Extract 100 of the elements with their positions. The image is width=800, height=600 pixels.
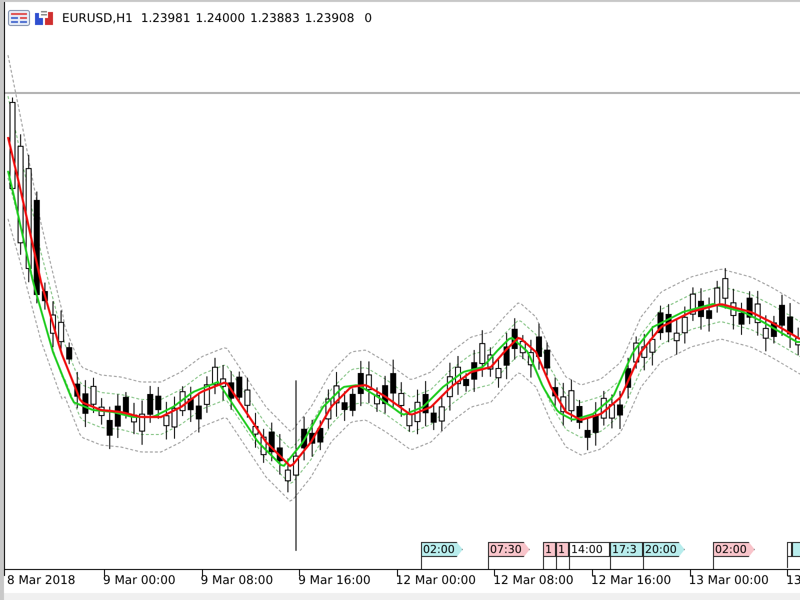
candlestick <box>236 371 242 404</box>
price-value: 1.24000 <box>195 11 246 25</box>
candlestick <box>244 377 250 418</box>
candlestick <box>754 290 761 336</box>
candlestick <box>276 434 283 476</box>
candlestick <box>544 342 550 376</box>
candlestick <box>155 386 162 420</box>
candlestick <box>204 376 210 414</box>
candlestick <box>730 288 736 330</box>
volume-value: 0 <box>364 11 372 25</box>
candlestick <box>455 356 461 396</box>
candlestick <box>633 336 640 370</box>
candlestick <box>479 330 486 378</box>
candlestick <box>139 400 146 446</box>
event-tag[interactable]: 1 <box>556 542 569 557</box>
candlestick <box>463 372 470 392</box>
candlestick <box>180 386 186 417</box>
candlestick <box>471 349 478 392</box>
time-label: 8 Mar 2018 <box>7 573 76 587</box>
candlestick <box>592 402 599 446</box>
time-label: 12 Mar 00:00 <box>396 573 476 587</box>
candlestick <box>641 333 648 371</box>
candlestick <box>131 402 137 435</box>
candlestick <box>82 380 88 428</box>
candlestick <box>317 420 324 451</box>
candlestick <box>528 339 534 378</box>
candlestick <box>584 417 591 451</box>
price-value: 1.23883 <box>250 11 300 25</box>
event-tag[interactable]: 20:00 <box>643 542 685 557</box>
candlestick <box>706 297 712 332</box>
candlestick <box>350 388 356 417</box>
candlestick <box>260 428 267 464</box>
candlestick <box>762 314 769 352</box>
event-tag[interactable]: 17:3 <box>610 542 643 557</box>
time-label: 9 Mar 00:00 <box>103 573 176 587</box>
candlestick <box>172 396 178 440</box>
candlestick <box>196 392 202 434</box>
price-value: 1.23908 <box>304 11 354 25</box>
candlestick <box>690 286 696 322</box>
candlestick <box>398 382 404 418</box>
event-tag[interactable]: 02:00 <box>713 542 755 557</box>
event-tag[interactable]: 1 <box>543 542 556 557</box>
candlestick <box>252 412 258 448</box>
candlestick <box>122 392 129 420</box>
candlestick <box>406 408 412 432</box>
candlestick <box>163 401 170 440</box>
candlestick <box>787 302 794 348</box>
candlestick <box>422 380 429 427</box>
candlestick <box>487 346 494 378</box>
candlestick <box>342 390 348 422</box>
candlestick <box>66 342 72 365</box>
candlestick <box>106 406 113 450</box>
candlestick <box>366 360 372 404</box>
candlestick <box>617 390 623 430</box>
price-value: 1.23981 <box>140 11 190 25</box>
candlestick <box>674 318 680 356</box>
time-label: 9 Mar 08:00 <box>200 573 274 587</box>
candlestick <box>649 326 656 366</box>
candlestick <box>568 379 574 422</box>
candlestick <box>770 315 777 344</box>
candlestick <box>188 386 194 422</box>
time-label: 12 Mar 08:00 <box>493 573 574 587</box>
time-label: 12 Mar 16:00 <box>591 573 672 587</box>
candlestick <box>738 302 744 336</box>
candlestick <box>666 304 672 343</box>
candlestick <box>560 382 566 426</box>
candlestick <box>430 404 437 431</box>
candlestick <box>746 290 753 325</box>
candlestick <box>504 332 510 380</box>
candlestick <box>90 377 96 414</box>
symbol-label: EURUSD,H1 <box>62 11 133 25</box>
candlestick <box>220 364 226 401</box>
candlestick <box>42 282 48 310</box>
candlestick <box>374 386 380 412</box>
candlestick <box>576 400 582 430</box>
candlestick <box>284 458 291 493</box>
candlestick <box>496 358 502 388</box>
candlestick <box>600 390 607 426</box>
candlestick <box>147 385 154 424</box>
candlestick <box>309 419 316 458</box>
candlestick <box>714 280 720 314</box>
table-icon[interactable] <box>8 10 30 26</box>
candlestick <box>382 375 388 414</box>
candlestick <box>228 370 234 410</box>
candlestick <box>98 398 105 426</box>
shapes-icon[interactable] <box>34 10 54 26</box>
time-label: 9 Mar 16:00 <box>298 573 371 587</box>
candlestick <box>74 371 80 409</box>
candlestick <box>390 359 396 408</box>
candlestick <box>414 389 420 435</box>
candlestick <box>682 306 688 344</box>
candlestick <box>658 305 664 340</box>
candlestick <box>512 318 518 360</box>
candlestick <box>438 396 445 432</box>
event-tag[interactable]: 07:30 <box>488 542 530 557</box>
event-tag[interactable]: 02:00 <box>421 542 463 557</box>
candlestick <box>552 376 558 406</box>
time-label: 13 Mar 00:00 <box>688 573 769 587</box>
event-tag[interactable]: 14:00 <box>569 542 610 557</box>
candlestick <box>536 323 542 370</box>
